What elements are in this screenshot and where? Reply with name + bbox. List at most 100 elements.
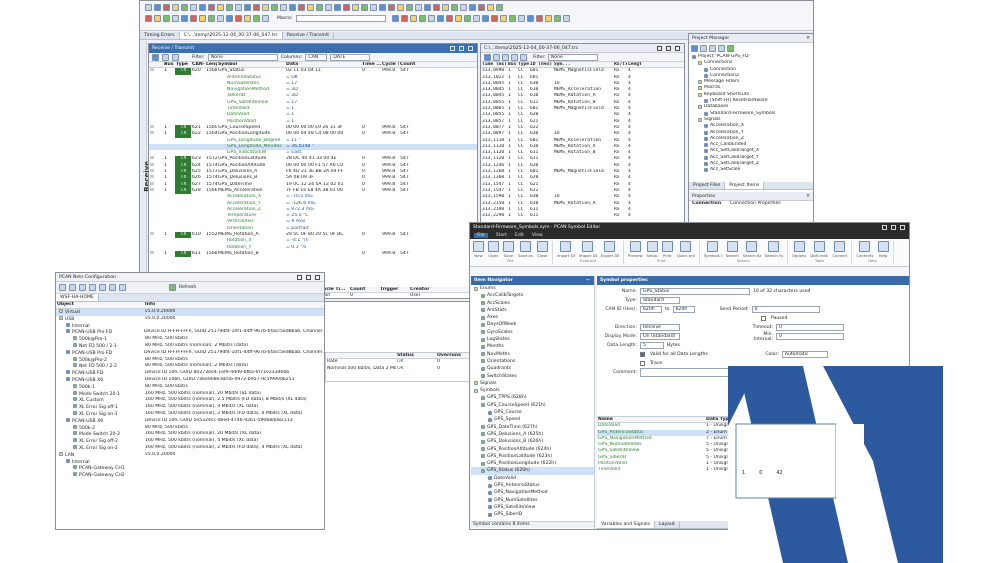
nav-tree-item[interactable]: GPS_SatelliteView	[471, 504, 594, 511]
document-tab[interactable]: Timing Errors	[140, 32, 180, 39]
document-tab[interactable]: Receive / Transmit	[283, 32, 335, 39]
nav-tree-item[interactable]: AntStats	[471, 307, 594, 314]
pm-tab[interactable]: Project Items	[725, 182, 765, 189]
nets-row[interactable]: Internal	[56, 322, 324, 330]
ribbon-button[interactable]: Help	[877, 241, 889, 258]
toolbar-button-icon[interactable]	[419, 15, 427, 22]
nav-tree-item[interactable]: GPS_TPPS (628h)	[471, 394, 594, 401]
filter-combo[interactable]: None	[207, 53, 278, 61]
close-icon[interactable]: ✕	[806, 36, 813, 41]
timeout-input[interactable]: 0	[776, 324, 844, 331]
toolbar-button-icon[interactable]	[392, 15, 400, 22]
nav-tree-item[interactable]: NavMeths	[471, 351, 594, 358]
tab-host[interactable]: WSF-HA-HOME	[56, 294, 99, 301]
toolbar-button-icon[interactable]	[181, 15, 188, 22]
rt-tool-icon[interactable]	[172, 53, 179, 61]
toolbar-button-icon[interactable]	[518, 15, 526, 22]
nav-tree-item[interactable]: Symbols	[471, 387, 594, 394]
nav-tree-item[interactable]: Quadrants	[471, 365, 594, 372]
toolbar-button-icon[interactable]	[145, 15, 152, 22]
nets-row[interactable]: USB v5.0.0.20000	[56, 315, 324, 323]
ribbon-button[interactable]: Import DBC	[579, 241, 597, 258]
nets-tool-icon[interactable]	[99, 284, 106, 291]
ribbon-button[interactable]: Search Backward	[743, 241, 761, 258]
nets-row[interactable]: Mode Switch 20-2 160 MHz, 500 kbit/s (nom…	[56, 431, 324, 438]
macro-combo[interactable]	[296, 15, 387, 22]
nav-tree-item[interactable]: GPS_Status (620h)	[471, 467, 594, 475]
close-icon[interactable]: ✕	[806, 194, 813, 199]
toolbar-button-icon[interactable]	[442, 4, 449, 11]
toolbar-button-icon[interactable]	[478, 4, 485, 11]
toolbar-button-icon[interactable]	[361, 4, 368, 11]
nets-row[interactable]: 500k@Pro-2 80 MHz, 500 kbit/s	[56, 356, 324, 364]
stop-icon[interactable]	[502, 53, 509, 61]
maximize-icon[interactable]	[666, 45, 671, 51]
nets-tool-icon[interactable]	[89, 284, 96, 291]
toolbar-button-icon[interactable]	[410, 15, 418, 22]
ribbon-button[interactable]: Search	[726, 241, 739, 258]
data-length-input[interactable]: 5	[640, 342, 664, 349]
nets-row[interactable]: PCAN-USB Pro FD Device ID FFFFFFFFh, GUID…	[56, 329, 324, 336]
toolbar-button-icon[interactable]	[262, 4, 269, 11]
toolbar-button-icon[interactable]	[226, 15, 233, 22]
data-combo[interactable]: DATE	[330, 53, 371, 61]
toolbar-button-icon[interactable]	[163, 4, 170, 11]
nav-tree-item[interactable]: GPS_AntennaStatus	[471, 482, 594, 489]
toolbar-button-icon[interactable]	[406, 4, 413, 11]
ribbon-button[interactable]: Setup	[647, 241, 658, 258]
rt-column-header[interactable]: Count	[399, 62, 417, 67]
rt-column-header[interactable]: Symbol	[217, 62, 285, 67]
ribbon-button[interactable]: Open	[488, 241, 499, 258]
nets-row[interactable]: PCAN-USB X6 Device ID 10bh, GUID 7a6e908e…	[56, 376, 324, 384]
rt-column-header[interactable]: CAN-ID	[191, 62, 205, 67]
toolbar-button-icon[interactable]	[190, 4, 197, 11]
refresh-icon[interactable]	[169, 284, 176, 291]
nets-row[interactable]: PCAN-USB FD Device ID 10h, GUID 80273ee4-…	[56, 370, 324, 377]
trace-tool-icon[interactable]	[520, 53, 527, 61]
toolbar-button-icon[interactable]	[154, 4, 161, 11]
trace-column-header[interactable]: Sym...	[553, 62, 613, 67]
nets-row[interactable]: 500k@Pro-1 80 MHz, 500 kbit/s	[56, 336, 324, 343]
close-icon[interactable]	[675, 45, 680, 51]
nets-row[interactable]: XL Error Sig off-2 160 MHz, 500 kbit/s (n…	[56, 438, 324, 445]
trace-column-header[interactable]: Time (ms)	[481, 62, 507, 67]
rt-column-header[interactable]: Type	[175, 62, 191, 67]
back-arrow-icon[interactable]: ←	[586, 278, 594, 283]
ribbon-button[interactable]: Quick print	[677, 241, 695, 258]
toolbar-button-icon[interactable]	[262, 15, 269, 22]
document-tab[interactable]: C:\...\temp\2025-12-04_00-37-06_047.trc	[179, 32, 283, 39]
toolbar-button-icon[interactable]	[473, 15, 481, 22]
maximize-icon[interactable]	[891, 225, 896, 230]
maximize-icon[interactable]	[306, 274, 311, 280]
direction-combo[interactable]: Receive	[640, 324, 680, 331]
nets-row[interactable]: Net FD 500 / 2-2 80 MHz, 500 kbit/s (nomi…	[56, 363, 324, 370]
toolbar-button-icon[interactable]	[244, 4, 251, 11]
toolbar-button-icon[interactable]	[352, 4, 359, 11]
sym-menu-item[interactable]: Start	[496, 233, 507, 238]
toolbar-button-icon[interactable]	[370, 4, 377, 11]
nets-row[interactable]: 500k-2 80 MHz, 500 kbit/s	[56, 424, 324, 432]
nav-tree-item[interactable]: Orientations	[471, 358, 594, 365]
nets-row[interactable]: XL Error Sig on-2 160 MHz, 500 kbit/s (no…	[56, 444, 324, 452]
nav-tree-item[interactable]: GPS_DateTime (627h)	[471, 424, 594, 431]
nav-tree-item[interactable]: Signals	[471, 380, 594, 387]
nav-tree-item[interactable]: GPS_Delusions_B (626h)	[471, 438, 594, 445]
sym-bottom-tab[interactable]: Variables and Signals	[597, 521, 656, 528]
pm-tool-icon[interactable]	[709, 45, 716, 52]
play-icon[interactable]	[484, 53, 491, 61]
toolbar-button-icon[interactable]	[455, 15, 463, 22]
nets-tool-icon[interactable]	[109, 284, 116, 291]
canid-from-input[interactable]: 620h	[640, 306, 662, 313]
toolbar-button-icon[interactable]	[244, 15, 251, 22]
paused-checkbox[interactable]	[761, 316, 766, 321]
toolbar-button-icon[interactable]	[401, 15, 409, 22]
nav-tree-item[interactable]: GyroScales	[471, 329, 594, 336]
trace-checkbox[interactable]	[640, 361, 645, 366]
nav-tree-item[interactable]: LogStates	[471, 336, 594, 343]
ribbon-button[interactable]: Search Forward	[765, 241, 783, 258]
expand-toggle-icon[interactable]: ⊟	[149, 251, 163, 257]
trace-column-header[interactable]: ID (hex)	[529, 62, 553, 67]
toolbar-button-icon[interactable]	[563, 15, 571, 22]
toolbar-button-icon[interactable]	[491, 15, 499, 22]
maximize-icon[interactable]	[459, 46, 464, 51]
